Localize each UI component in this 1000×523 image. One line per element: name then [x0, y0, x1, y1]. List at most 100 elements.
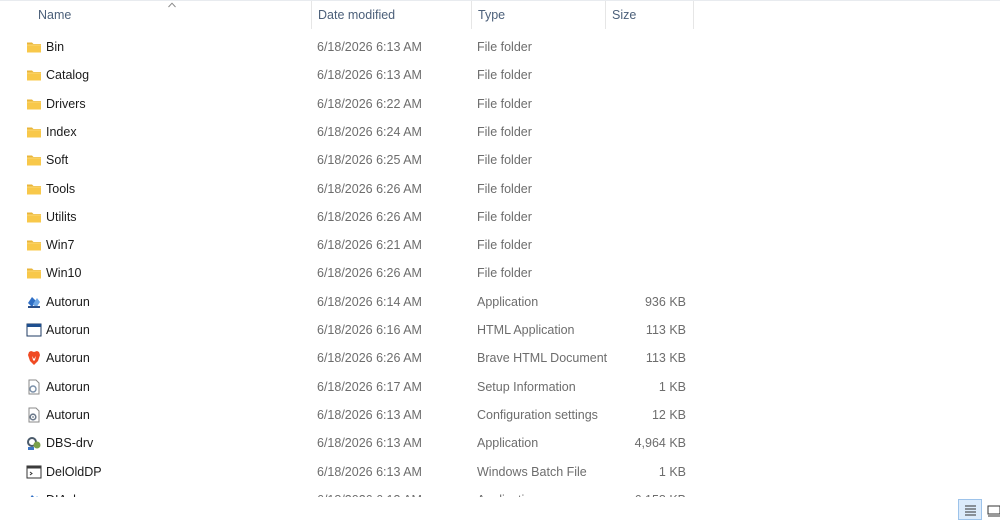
folder-icon [26, 181, 42, 197]
file-name: Autorun [46, 380, 90, 394]
file-size: 113 KB [645, 351, 686, 365]
file-size [606, 90, 686, 118]
file-row[interactable]: Soft 6/18/2026 6:25 AM File folder [0, 146, 1000, 174]
column-header-type[interactable]: Type [471, 1, 605, 29]
file-row[interactable]: Autorun 6/18/2026 6:17 AM Setup Informatio… [0, 373, 1000, 401]
folder-icon [26, 39, 42, 55]
column-header-name[interactable]: Name [32, 1, 312, 29]
file-row[interactable]: Catalog 6/18/2026 6:13 AM File folder [0, 61, 1000, 89]
folder-icon [26, 265, 42, 281]
file-date-modified: 6/18/2026 6:13 AM [317, 486, 422, 497]
file-name: DBS-drv [46, 436, 94, 450]
file-name: Win7 [46, 238, 75, 252]
file-date-modified: 6/18/2026 6:13 AM [317, 465, 422, 479]
file-type: Brave HTML Document [477, 351, 608, 365]
status-bar [0, 497, 1000, 520]
file-row[interactable]: Autorun 6/18/2026 6:26 AM Brave HTML Docum… [0, 344, 1000, 372]
file-type: File folder [477, 40, 532, 54]
file-row[interactable]: Index 6/18/2026 6:24 AM File folder [0, 118, 1000, 146]
file-row[interactable]: Drivers 6/18/2026 6:22 AM File folder [0, 90, 1000, 118]
file-size: 6,158 KB [606, 486, 686, 497]
file-name: Autorun [46, 351, 90, 365]
file-date-modified: 6/18/2026 6:26 AM [317, 266, 422, 280]
file-size: 12 KB [651, 408, 686, 422]
details-view-button[interactable] [958, 499, 982, 520]
file-name: Win10 [46, 266, 82, 280]
file-row[interactable]: Autorun 6/18/2026 6:13 AM Configuration se… [0, 401, 1000, 429]
file-date-modified: 6/18/2026 6:25 AM [317, 153, 422, 167]
file-row[interactable]: DelOldDP 6/18/2026 6:13 AM Windows Batch F… [0, 458, 1000, 486]
brave-icon [26, 350, 42, 366]
file-row[interactable]: Win10 6/18/2026 6:26 AM File folder [0, 259, 1000, 287]
file-date-modified: 6/18/2026 6:24 AM [317, 125, 422, 139]
file-name: Autorun [46, 323, 90, 337]
file-row[interactable]: Autorun 6/18/2026 6:16 AM HTML Application… [0, 316, 1000, 344]
file-date-modified: 6/18/2026 6:26 AM [317, 182, 422, 196]
file-type: File folder [477, 210, 532, 224]
file-date-modified: 6/18/2026 6:16 AM [317, 323, 422, 337]
file-name: DIAxlr [46, 486, 80, 497]
file-name: Utilits [46, 210, 77, 224]
file-size: 936 KB [644, 295, 686, 309]
file-name: Autorun [46, 295, 90, 309]
file-type: File folder [477, 153, 532, 167]
file-type: Application [477, 295, 539, 309]
file-date-modified: 6/18/2026 6:17 AM [317, 380, 422, 394]
file-date-modified: 6/18/2026 6:13 AM [317, 40, 422, 54]
file-type: Application [477, 436, 539, 450]
file-name: Soft [46, 153, 69, 167]
file-size [606, 118, 686, 146]
file-row[interactable]: Autorun 6/18/2026 6:14 AM Application 936 K… [0, 288, 1000, 316]
file-date-modified: 6/18/2026 6:26 AM [317, 351, 422, 365]
folder-icon [26, 67, 42, 83]
file-row[interactable]: Bin 6/18/2026 6:13 AM File folder [0, 33, 1000, 61]
file-size: 1 KB [658, 465, 686, 479]
file-date-modified: 6/18/2026 6:13 AM [317, 436, 422, 450]
file-list: Bin 6/18/2026 6:13 AM File folder Catalog 6/… [0, 33, 1000, 497]
file-type: File folder [477, 97, 532, 111]
file-row[interactable]: Win7 6/18/2026 6:21 AM File folder [0, 231, 1000, 259]
column-header-bar: Name Date modified Type Size [0, 1, 1000, 29]
file-date-modified: 6/18/2026 6:14 AM [317, 295, 422, 309]
file-name: Tools [46, 182, 76, 196]
file-type: Application [477, 486, 538, 497]
file-name: Autorun [46, 408, 90, 422]
file-name: Bin [46, 40, 65, 54]
file-date-modified: 6/18/2026 6:13 AM [317, 68, 422, 82]
file-size [606, 175, 686, 203]
file-size [606, 61, 686, 89]
file-date-modified: 6/18/2026 6:21 AM [317, 238, 422, 252]
file-date-modified: 6/18/2026 6:26 AM [317, 210, 422, 224]
setup-information-icon [26, 379, 42, 395]
file-name: Index [46, 125, 77, 139]
file-type: File folder [477, 125, 532, 139]
tiles-view-button[interactable] [985, 499, 1000, 520]
file-date-modified: 6/18/2026 6:13 AM [317, 408, 422, 422]
file-type: File folder [477, 182, 532, 196]
application-icon [26, 294, 42, 310]
tiles-view-icon [987, 505, 1000, 517]
file-size: 4,964 KB [634, 436, 686, 450]
file-row[interactable]: Tools 6/18/2026 6:26 AM File folder [0, 175, 1000, 203]
file-size [606, 203, 686, 231]
file-row[interactable]: DBS-drv 6/18/2026 6:13 AM Application 4,964… [0, 429, 1000, 457]
column-header-size[interactable]: Size [605, 1, 694, 29]
file-type: File folder [477, 238, 532, 252]
details-view-icon [965, 505, 976, 516]
file-row[interactable]: Utilits 6/18/2026 6:26 AM File folder [0, 203, 1000, 231]
file-type: HTML Application [477, 323, 575, 337]
dbs-application-icon [26, 435, 42, 451]
file-size [606, 33, 686, 61]
html-application-icon [26, 322, 42, 338]
file-type: File folder [477, 266, 532, 280]
folder-icon [26, 152, 42, 168]
file-size [606, 231, 686, 259]
file-size: 113 KB [645, 323, 686, 337]
file-type: Setup Information [477, 380, 576, 394]
column-header-date-modified[interactable]: Date modified [311, 1, 471, 29]
file-type: Configuration settings [477, 408, 598, 422]
file-type: Windows Batch File [477, 465, 587, 479]
file-row[interactable]: DIAxlr 6/18/2026 6:13 AM Application 6,158 … [0, 486, 1000, 497]
folder-icon [26, 96, 42, 112]
file-name: Drivers [46, 97, 86, 111]
